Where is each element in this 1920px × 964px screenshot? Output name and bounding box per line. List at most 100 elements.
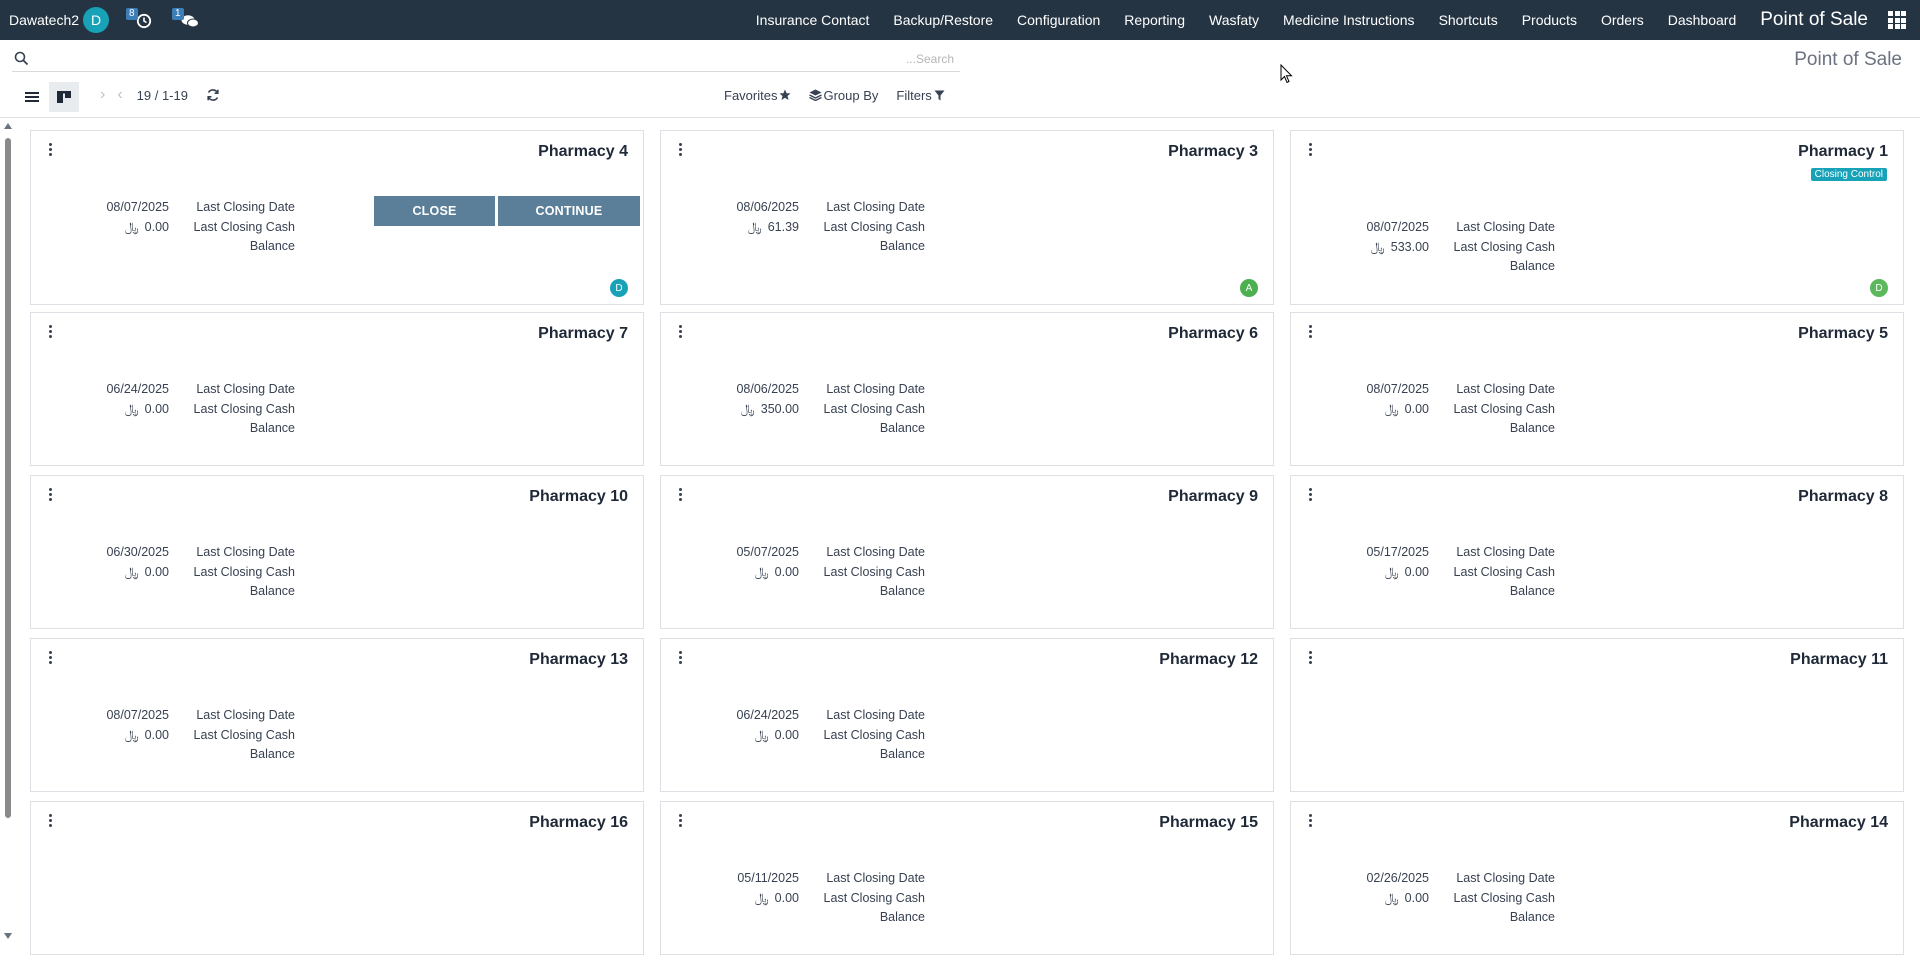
menu-backup-restore[interactable]: Backup/Restore bbox=[893, 12, 993, 28]
card-title[interactable]: Pharmacy 1 bbox=[1798, 143, 1888, 161]
cash-amount: 0.00 bbox=[144, 727, 169, 742]
card-menu-icon[interactable] bbox=[46, 488, 56, 502]
card-title[interactable]: Pharmacy 15 bbox=[1159, 814, 1258, 832]
last-closing-date-value: 08/07/2025 bbox=[1366, 220, 1429, 234]
currency-icon: ﷼ bbox=[1384, 564, 1399, 579]
card-menu-icon[interactable] bbox=[1306, 651, 1316, 665]
filters-button[interactable]: Filters bbox=[896, 88, 945, 103]
card-title[interactable]: Pharmacy 8 bbox=[1798, 488, 1888, 506]
pager-value[interactable]: 19 / 1-19 bbox=[137, 88, 188, 103]
card-menu-icon[interactable] bbox=[1306, 488, 1316, 502]
pos-config-card[interactable]: Pharmacy 15 05/11/2025 Last Closing Date ﷼ 0… bbox=[660, 801, 1274, 955]
pos-config-card[interactable]: Pharmacy 11 bbox=[1290, 638, 1904, 792]
group-by-button[interactable]: Group By bbox=[809, 88, 878, 103]
search-input[interactable] bbox=[34, 48, 954, 70]
menu-dashboard[interactable]: Dashboard bbox=[1668, 12, 1737, 28]
menu-reporting[interactable]: Reporting bbox=[1124, 12, 1185, 28]
pos-config-card[interactable]: Pharmacy 1 Closing Control 08/07/2025 Last … bbox=[1290, 130, 1904, 305]
card-actions: CLOSE SESSION CONTINUE SELLING bbox=[374, 196, 643, 248]
card-title[interactable]: Pharmacy 12 bbox=[1159, 651, 1258, 669]
kanban-view-button[interactable] bbox=[49, 82, 79, 112]
close-session-button[interactable]: CLOSE SESSION bbox=[374, 196, 495, 248]
session-user-avatar[interactable]: A bbox=[1240, 279, 1258, 297]
balance-label: Balance bbox=[1509, 421, 1555, 435]
card-title[interactable]: Pharmacy 9 bbox=[1168, 488, 1258, 506]
session-user-avatar[interactable]: D bbox=[1870, 279, 1888, 297]
pos-config-card[interactable]: Pharmacy 9 05/07/2025 Last Closing Date ﷼ 0.… bbox=[660, 475, 1274, 629]
last-closing-cash-value: ﷼ 0.00 bbox=[1291, 400, 1429, 420]
scroll-down-icon[interactable] bbox=[4, 933, 12, 939]
refresh-icon[interactable] bbox=[206, 88, 220, 102]
pos-config-card[interactable]: Pharmacy 4 08/07/2025 Last Closing Date ﷼ 0.… bbox=[30, 130, 644, 305]
pos-config-card[interactable]: Pharmacy 16 bbox=[30, 801, 644, 955]
continue-selling-button[interactable]: CONTINUE SELLING bbox=[497, 196, 640, 248]
pos-config-card[interactable]: Pharmacy 8 05/17/2025 Last Closing Date ﷼ 0.… bbox=[1290, 475, 1904, 629]
card-title[interactable]: Pharmacy 10 bbox=[529, 488, 628, 506]
activity-button[interactable]: 8 bbox=[125, 5, 155, 35]
list-view-icon bbox=[25, 92, 39, 102]
favorites-button[interactable]: Favorites bbox=[724, 88, 791, 103]
pager-next-icon[interactable]: › bbox=[100, 86, 105, 104]
cash-amount: 0.00 bbox=[144, 401, 169, 416]
control-panel: › ‹ 19 / 1-19 Favorites Group By Filters bbox=[0, 78, 1920, 118]
card-title[interactable]: Pharmacy 6 bbox=[1168, 325, 1258, 343]
balance-label: Balance bbox=[879, 239, 925, 253]
card-menu-icon[interactable] bbox=[46, 325, 56, 339]
pos-config-card[interactable]: Pharmacy 13 08/07/2025 Last Closing Date ﷼ 0… bbox=[30, 638, 644, 792]
card-title[interactable]: Pharmacy 3 bbox=[1168, 143, 1258, 161]
card-menu-icon[interactable] bbox=[1306, 143, 1316, 157]
messages-button[interactable]: 1 bbox=[171, 5, 201, 35]
card-title[interactable]: Pharmacy 13 bbox=[529, 651, 628, 669]
card-menu-icon[interactable] bbox=[46, 143, 56, 157]
last-closing-date-value: 08/07/2025 bbox=[106, 200, 169, 214]
card-menu-icon[interactable] bbox=[676, 325, 686, 339]
card-title[interactable]: Pharmacy 7 bbox=[538, 325, 628, 343]
menu-wasfaty[interactable]: Wasfaty bbox=[1209, 12, 1259, 28]
pos-config-card[interactable]: Pharmacy 14 02/26/2025 Last Closing Date ﷼ 0… bbox=[1290, 801, 1904, 955]
menu-shortcuts[interactable]: Shortcuts bbox=[1439, 12, 1498, 28]
pager-prev-icon[interactable]: ‹ bbox=[117, 86, 122, 104]
card-title[interactable]: Pharmacy 14 bbox=[1789, 814, 1888, 832]
search-icon[interactable] bbox=[14, 51, 29, 66]
pos-config-card[interactable]: Pharmacy 3 08/06/2025 Last Closing Date ﷼ 61… bbox=[660, 130, 1274, 305]
pos-config-card[interactable]: Pharmacy 5 08/07/2025 Last Closing Date ﷼ 0.… bbox=[1290, 312, 1904, 466]
last-closing-cash-value: ﷼ 0.00 bbox=[661, 726, 799, 746]
pos-config-card[interactable]: Pharmacy 10 06/30/2025 Last Closing Date ﷼ 0… bbox=[30, 475, 644, 629]
card-menu-icon[interactable] bbox=[676, 488, 686, 502]
card-menu-icon[interactable] bbox=[676, 814, 686, 828]
search-bar bbox=[12, 48, 960, 72]
card-title[interactable]: Pharmacy 4 bbox=[538, 143, 628, 161]
card-title[interactable]: Pharmacy 5 bbox=[1798, 325, 1888, 343]
list-view-button[interactable] bbox=[17, 82, 47, 112]
menu-insurance-contact[interactable]: Insurance Contact bbox=[756, 12, 870, 28]
card-title[interactable]: Pharmacy 16 bbox=[529, 814, 628, 832]
cash-amount: 0.00 bbox=[774, 890, 799, 905]
scroll-up-icon[interactable] bbox=[4, 123, 12, 129]
vertical-scrollbar[interactable] bbox=[2, 120, 14, 945]
menu-medicine-instructions[interactable]: Medicine Instructions bbox=[1283, 12, 1415, 28]
card-menu-icon[interactable] bbox=[46, 814, 56, 828]
last-closing-cash-value: ﷼ 0.00 bbox=[31, 218, 169, 238]
menu-products[interactable]: Products bbox=[1522, 12, 1577, 28]
card-menu-icon[interactable] bbox=[1306, 814, 1316, 828]
card-menu-icon[interactable] bbox=[1306, 325, 1316, 339]
scroll-thumb[interactable] bbox=[5, 138, 11, 818]
menu-configuration[interactable]: Configuration bbox=[1017, 12, 1100, 28]
card-menu-icon[interactable] bbox=[46, 651, 56, 665]
pos-config-card[interactable]: Pharmacy 12 06/24/2025 Last Closing Date ﷼ 0… bbox=[660, 638, 1274, 792]
last-closing-date-label: Last Closing Date bbox=[1456, 871, 1555, 885]
card-menu-icon[interactable] bbox=[676, 651, 686, 665]
apps-grid-icon[interactable] bbox=[1888, 11, 1906, 29]
pos-config-card[interactable]: Pharmacy 6 08/06/2025 Last Closing Date ﷼ 35… bbox=[660, 312, 1274, 466]
layers-icon bbox=[809, 89, 823, 101]
user-menu-name[interactable]: Dawatech2 bbox=[9, 12, 79, 28]
app-brand[interactable]: Point of Sale bbox=[1760, 9, 1868, 31]
card-menu-icon[interactable] bbox=[676, 143, 686, 157]
menu-orders[interactable]: Orders bbox=[1601, 12, 1644, 28]
balance-label: Balance bbox=[249, 747, 295, 761]
closing-info: 05/07/2025 Last Closing Date ﷼ 0.00 Last Clo… bbox=[661, 543, 951, 602]
session-user-avatar[interactable]: D bbox=[610, 279, 628, 297]
user-avatar[interactable]: D bbox=[83, 7, 110, 33]
card-title[interactable]: Pharmacy 11 bbox=[1790, 651, 1888, 669]
pos-config-card[interactable]: Pharmacy 7 06/24/2025 Last Closing Date ﷼ 0.… bbox=[30, 312, 644, 466]
